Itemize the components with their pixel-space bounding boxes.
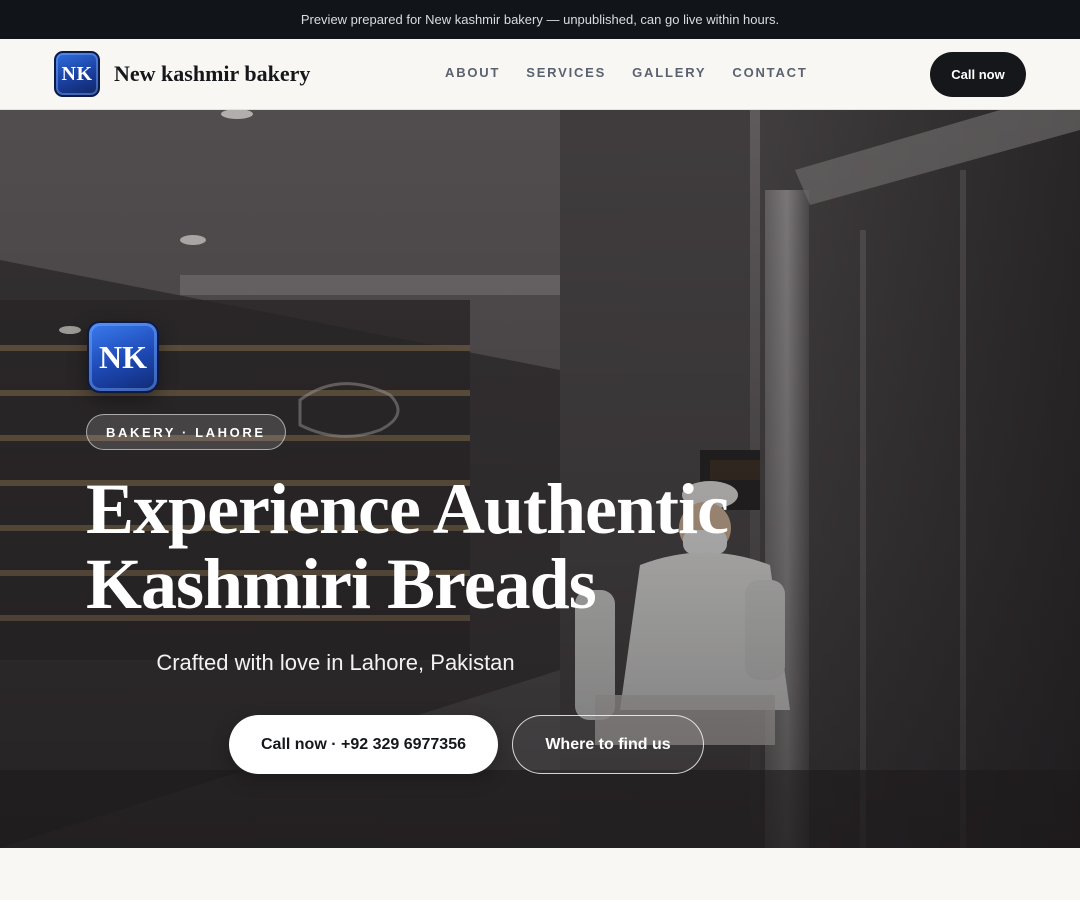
next-section bbox=[0, 848, 1080, 900]
hero-logo: NK bbox=[87, 321, 159, 393]
nav-link-services[interactable]: SERVICES bbox=[526, 65, 606, 80]
nav-link-gallery[interactable]: GALLERY bbox=[632, 65, 706, 80]
nav-link-contact[interactable]: CONTACT bbox=[732, 65, 807, 80]
category-badge: BAKERY · LAHORE bbox=[86, 414, 286, 450]
announcement-text: Preview prepared for New kashmir bakery … bbox=[300, 12, 780, 27]
hero-section: NK BAKERY · LAHORE Experience Authentic … bbox=[0, 110, 1080, 848]
nav-link-about[interactable]: ABOUT bbox=[445, 65, 500, 80]
hero-subtitle: Crafted with love in Lahore, Pakistan bbox=[156, 650, 515, 675]
brand-name[interactable]: New kashmir bakery bbox=[114, 61, 310, 87]
brand-logo[interactable]: NK bbox=[54, 51, 100, 97]
main-nav: ABOUT SERVICES GALLERY CONTACT bbox=[445, 65, 808, 80]
call-phone-button[interactable]: Call now · +92 329 6977356 bbox=[229, 715, 498, 774]
call-now-button[interactable]: Call now bbox=[930, 52, 1026, 97]
announcement-bar: Preview prepared for New kashmir bakery … bbox=[0, 0, 1080, 39]
hero-title: Experience Authentic Kashmiri Breads bbox=[86, 469, 729, 624]
site-header: NK New kashmir bakery ABOUT SERVICES GAL… bbox=[0, 39, 1080, 110]
find-us-button[interactable]: Where to find us bbox=[512, 715, 704, 774]
